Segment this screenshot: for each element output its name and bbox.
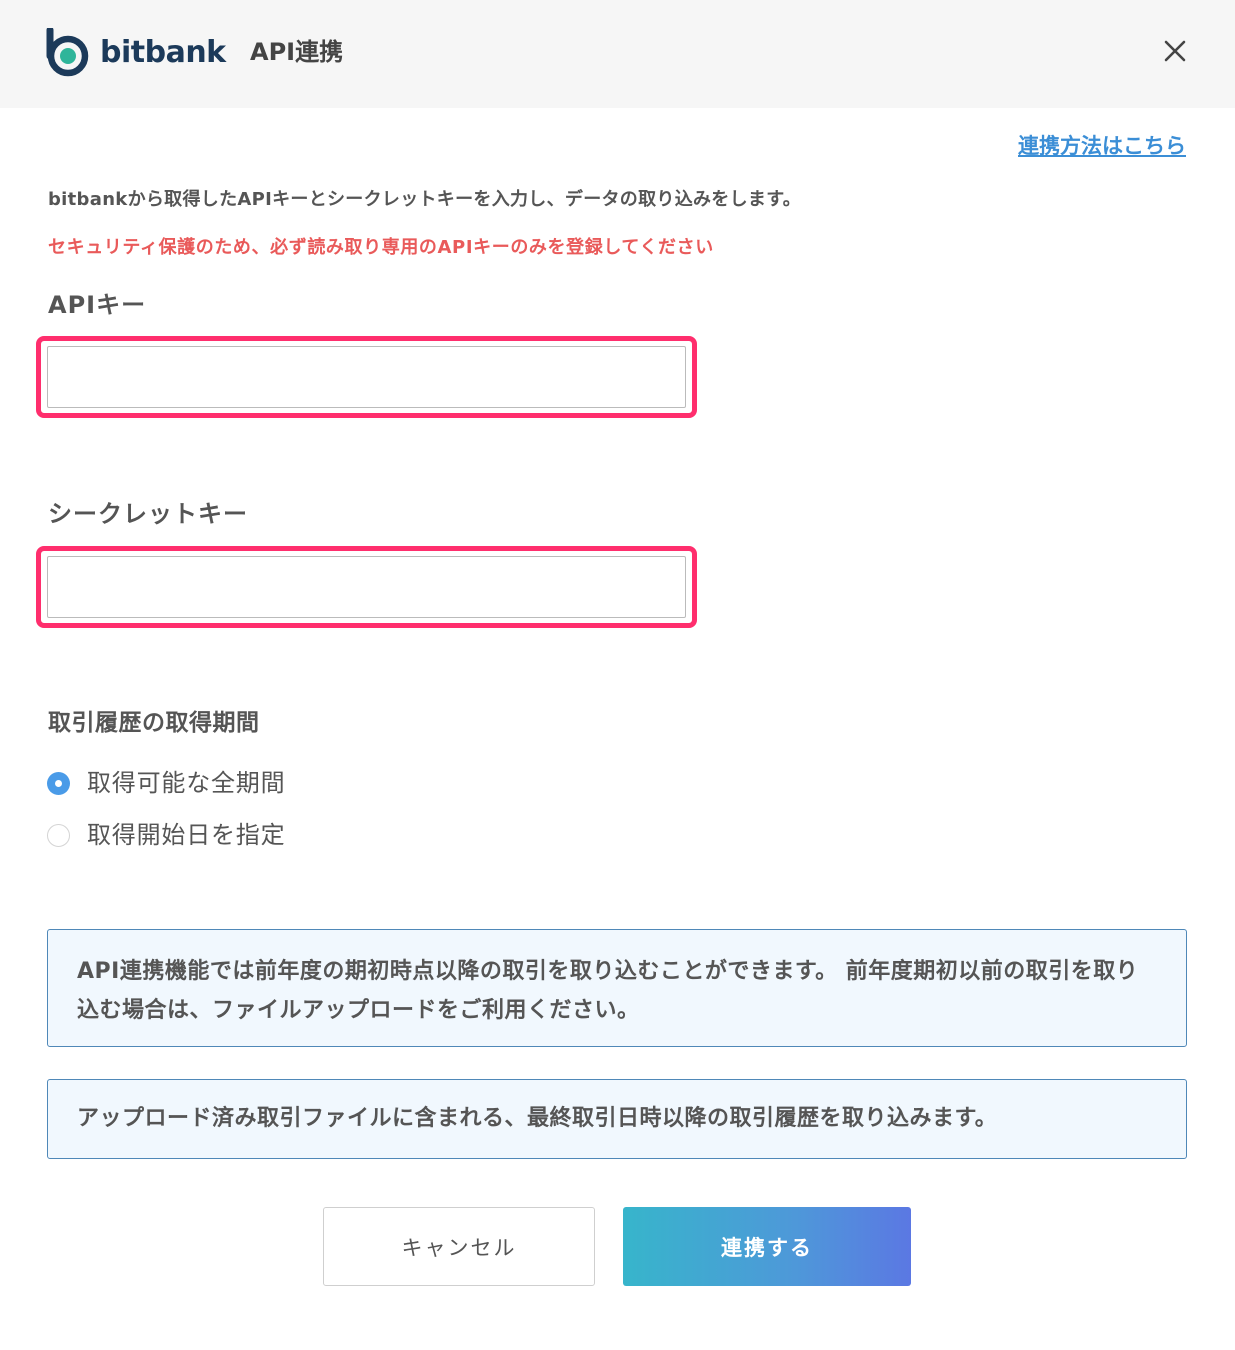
cancel-button[interactable]: キャンセル [323,1207,595,1286]
api-key-input[interactable] [47,346,686,408]
info-notice-upload: アップロード済み取引ファイルに含まれる、最終取引日時以降の取引履歴を取り込みます… [47,1079,1187,1159]
period-option-all[interactable]: 取得可能な全期間 [47,766,285,800]
connect-button[interactable]: 連携する [623,1207,911,1286]
period-option-label: 取得可能な全期間 [87,769,286,797]
how-to-link[interactable]: 連携方法はこちら [1018,130,1186,162]
secret-key-highlight [36,546,697,628]
radio-unchecked-icon[interactable] [47,823,70,847]
bitbank-logo-icon [46,26,90,78]
description-text: bitbankから取得したAPIキーとシークレットキーを入力し、データの取り込み… [48,189,801,210]
info-notice-api-range: API連携機能では前年度の期初時点以降の取引を取り込むことができます。 前年度期… [47,929,1187,1047]
security-warning: セキュリティ保護のため、必ず読み取り専用のAPIキーのみを登録してください [48,237,714,258]
brand-name: bitbank [100,35,226,70]
secret-key-label: シークレットキー [48,500,248,528]
secret-key-input[interactable] [47,556,686,618]
dialog-title: API連携 [250,38,344,66]
api-key-label: APIキー [48,291,147,319]
period-option-label: 取得開始日を指定 [87,821,286,849]
api-key-highlight [36,336,697,418]
close-icon[interactable] [1160,36,1190,66]
radio-checked-icon[interactable] [47,771,70,795]
period-option-start-date[interactable]: 取得開始日を指定 [47,818,285,852]
period-label: 取引履歴の取得期間 [48,710,260,736]
bitbank-logo: bitbank [46,26,226,78]
dialog-header: bitbank API連携 [0,0,1235,108]
